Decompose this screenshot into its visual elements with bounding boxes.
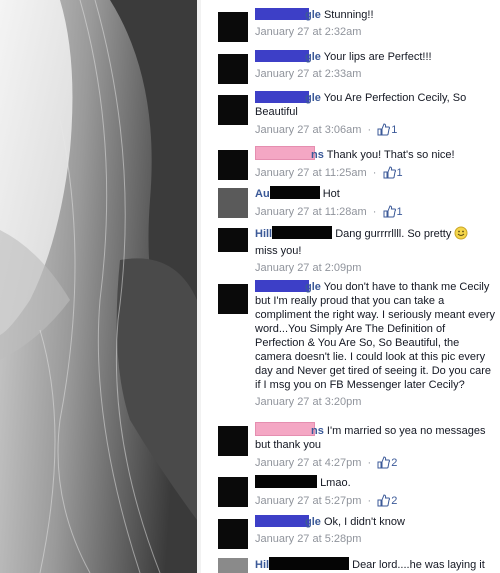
commenter-name[interactable]: gle	[255, 8, 321, 21]
redaction-bar	[255, 422, 315, 436]
comment-text: Dang gurrrrllll. So pretty	[335, 228, 452, 240]
redaction-bar	[269, 557, 350, 570]
timestamp[interactable]: January 27 at 2:33am	[255, 68, 361, 80]
separator-dot: ·	[367, 124, 372, 136]
like-thumb-icon[interactable]	[377, 123, 391, 140]
commenter-name[interactable]: ns	[255, 422, 324, 437]
divider	[197, 0, 201, 573]
avatar[interactable]	[218, 228, 248, 252]
commenter-name[interactable]: Hill	[255, 226, 333, 240]
like-count[interactable]: 1	[397, 167, 403, 179]
comment-text: Hot	[322, 188, 340, 200]
redaction-bar	[255, 50, 309, 62]
comment-text: Your lips are Perfect!!!	[323, 51, 432, 63]
avatar[interactable]	[218, 95, 248, 125]
separator-dot: ·	[367, 457, 372, 469]
avatar[interactable]	[218, 426, 248, 456]
commenter-name[interactable]: Au	[255, 186, 320, 200]
redaction-bar	[255, 8, 309, 20]
separator-dot: ·	[372, 206, 377, 218]
like-thumb-icon[interactable]	[377, 456, 391, 473]
commenter-name[interactable]: gle	[255, 280, 321, 293]
timestamp[interactable]: January 27 at 11:25am	[255, 167, 367, 179]
comment-text: Stunning!!	[323, 9, 374, 21]
redaction-bar	[272, 226, 333, 239]
timestamp[interactable]: January 27 at 2:32am	[255, 26, 361, 38]
avatar[interactable]	[218, 150, 248, 180]
timestamp[interactable]: January 27 at 3:06am	[255, 124, 361, 136]
redaction-bar	[255, 515, 309, 527]
avatar[interactable]	[218, 284, 248, 314]
like-thumb-icon[interactable]	[383, 166, 396, 183]
avatar[interactable]	[218, 519, 248, 549]
redaction-bar	[255, 91, 309, 103]
commenter-name[interactable]: gle	[255, 515, 321, 528]
like-count[interactable]: 1	[397, 206, 403, 218]
commenter-name[interactable]	[255, 475, 317, 489]
profile-photo	[0, 0, 197, 573]
comment-text: You don't have to thank me Cecily but I'…	[255, 281, 496, 391]
timestamp[interactable]: January 27 at 2:09pm	[255, 262, 361, 274]
like-thumb-icon[interactable]	[377, 494, 391, 511]
redaction-bar	[255, 475, 317, 488]
redaction-bar	[255, 146, 315, 160]
smiley-emoji-icon	[454, 226, 468, 244]
like-count[interactable]: 2	[391, 495, 397, 507]
separator-dot: ·	[372, 167, 377, 179]
comment-text-continued: miss you!	[255, 245, 302, 257]
comment-text: Lmao.	[320, 477, 351, 489]
avatar[interactable]	[218, 54, 248, 84]
commenter-name[interactable]: gle	[255, 91, 321, 104]
timestamp[interactable]: January 27 at 11:28am	[255, 206, 367, 218]
separator-dot: ·	[367, 495, 372, 507]
avatar[interactable]	[218, 558, 248, 573]
timestamp[interactable]: January 27 at 4:27pm	[255, 457, 361, 469]
redaction-bar	[269, 186, 320, 199]
commenter-name[interactable]: gle	[255, 50, 321, 63]
comment-text: Thank you! That's so nice!	[326, 149, 455, 161]
like-count[interactable]: 1	[391, 124, 397, 136]
comment-list: gle Stunning!! January 27 at 2:32am gle …	[212, 0, 500, 573]
avatar[interactable]	[218, 477, 248, 507]
commenter-name[interactable]: Hil	[255, 557, 350, 571]
like-thumb-icon[interactable]	[383, 205, 396, 222]
redaction-bar	[255, 280, 309, 292]
comment-text: Ok, I didn't know	[323, 516, 405, 528]
commenter-name[interactable]: ns	[255, 146, 324, 161]
avatar[interactable]	[218, 188, 248, 218]
timestamp[interactable]: January 27 at 5:28pm	[255, 533, 361, 545]
like-count[interactable]: 2	[391, 457, 397, 469]
avatar[interactable]	[218, 12, 248, 42]
timestamp[interactable]: January 27 at 3:20pm	[255, 396, 361, 408]
timestamp[interactable]: January 27 at 5:27pm	[255, 495, 361, 507]
